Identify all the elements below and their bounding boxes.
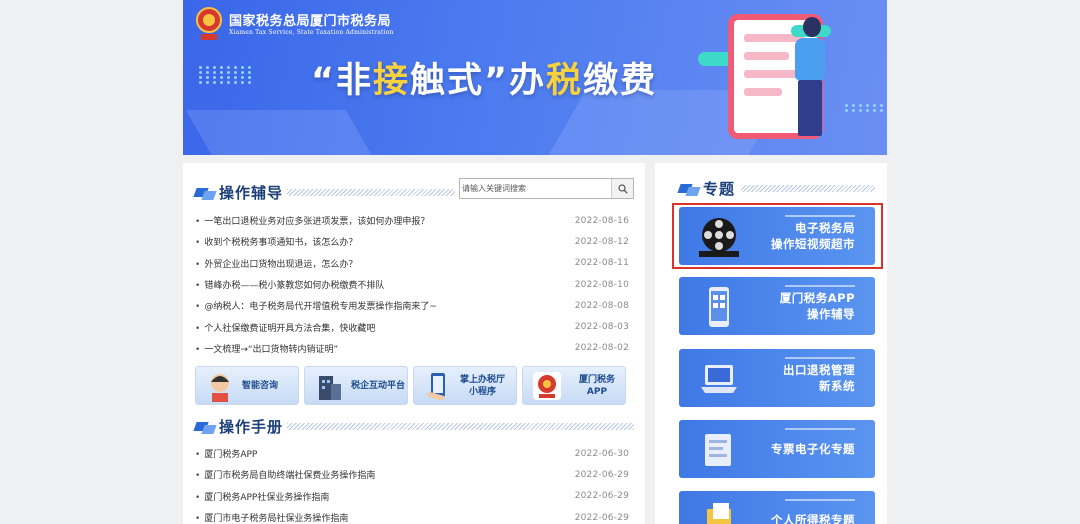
topics-panel: 专题 电子税务局 操作短视频超市 厦门税务APP 操作辅导 出口退税管理 新系统… — [655, 163, 887, 524]
laptop-icon — [701, 365, 737, 393]
list-item[interactable]: 一文梳理→“出口货物转内销证明”2022-08-02 — [195, 338, 629, 359]
list-item[interactable]: 一笔出口退税业务对应多张进项发票，该如何办理申报？2022-08-16 — [195, 210, 629, 231]
topic-tile-individual-income-tax[interactable]: 个人所得税专题 — [679, 491, 875, 524]
banner-headline: “非接触式”办税缴费 — [311, 61, 658, 101]
section-icon — [195, 186, 215, 200]
service-agent-icon — [211, 373, 229, 402]
section-header-topics: 专题 — [679, 178, 735, 199]
folder-icon — [707, 503, 731, 524]
org-name-cn: 国家税务总局厦门市税务局 — [229, 14, 392, 29]
search-box — [459, 178, 634, 199]
list-item[interactable]: 厦门税务APP社保业务操作指南2022-06-29 — [195, 486, 629, 507]
list-item[interactable]: 厦门税务APP2022-06-30 — [195, 443, 629, 464]
org-name-en: Xiamen Tax Service, State Taxation Admin… — [229, 29, 394, 36]
search-input[interactable] — [462, 181, 610, 196]
tile-decoration — [785, 285, 855, 287]
phone-icon — [709, 287, 729, 327]
quick-link-xiamen-tax-app[interactable]: 厦门税务APP — [522, 366, 626, 405]
divider — [741, 185, 875, 192]
tax-emblem-icon — [196, 7, 222, 40]
tile-decoration — [785, 499, 855, 501]
tax-emblem-icon — [533, 371, 561, 400]
divider — [287, 189, 455, 196]
person-illustration — [795, 38, 825, 80]
section-icon — [679, 182, 699, 196]
list-item[interactable]: 个人社保缴费证明开具方法合集，快收藏吧2022-08-03 — [195, 316, 629, 337]
topic-tile-video-tutorials[interactable]: 电子税务局 操作短视频超市 — [679, 207, 875, 265]
phone-hand-icon — [426, 372, 445, 400]
list-item[interactable]: @纳税人：电子税务局代开增值税专用发票操作指南来了~2022-08-08 — [195, 295, 629, 316]
section-icon — [195, 420, 215, 434]
person-illustration — [798, 80, 822, 136]
manual-list: 厦门税务APP2022-06-30 厦门市税务局自助终端社保费业务操作指南202… — [195, 443, 629, 524]
topic-tile-export-refund[interactable]: 出口退税管理 新系统 — [679, 349, 875, 407]
list-item[interactable]: 外贸企业出口货物出现退运，怎么办？2022-08-11 — [195, 253, 629, 274]
divider — [287, 423, 634, 430]
guide-list: 一笔出口退税业务对应多张进项发票，该如何办理申报？2022-08-16 收到个税… — [195, 210, 629, 359]
tile-decoration — [785, 215, 855, 217]
quick-link-mini-program[interactable]: 掌上办税厅 小程序 — [413, 366, 517, 405]
section-title: 专题 — [703, 180, 736, 198]
tile-decoration — [785, 428, 855, 430]
quick-link-smart-consult[interactable]: 智能咨询 — [195, 366, 299, 405]
quick-links: 智能咨询 税企互动平台 掌上办税厅 小程序 厦门税务APP — [195, 366, 626, 405]
search-button[interactable] — [611, 179, 633, 198]
list-item[interactable]: 收到个税税务事项通知书，该怎么办？2022-08-12 — [195, 231, 629, 252]
film-reel-icon — [699, 218, 739, 257]
building-icon — [319, 375, 341, 400]
list-item[interactable]: 厦门市电子税务局社保业务操作指南2022-06-29 — [195, 507, 629, 524]
quick-link-interaction-platform[interactable]: 税企互动平台 — [304, 366, 408, 405]
tile-decoration — [785, 357, 855, 359]
section-title: 操作辅导 — [219, 184, 284, 202]
dot-pattern — [845, 104, 887, 112]
banner-decoration — [185, 110, 381, 155]
person-illustration — [803, 17, 821, 37]
main-content-panel: 操作辅导 一笔出口退税业务对应多张进项发票，该如何办理申报？2022-08-16… — [183, 163, 645, 524]
list-item[interactable]: 厦门市税务局自助终端社保费业务操作指南2022-06-29 — [195, 464, 629, 485]
section-title: 操作手册 — [219, 418, 284, 436]
search-icon — [617, 183, 628, 194]
hero-banner: 国家税务总局厦门市税务局 Xiamen Tax Service, State T… — [183, 0, 887, 155]
topic-tile-e-invoice[interactable]: 专票电子化专题 — [679, 420, 875, 478]
section-header-guide: 操作辅导 — [195, 182, 283, 203]
section-header-manual: 操作手册 — [195, 416, 283, 437]
list-item[interactable]: 错峰办税——税小篆教您如何办税缴费不排队2022-08-10 — [195, 274, 629, 295]
dot-pattern — [199, 66, 253, 84]
topic-tile-app-guide[interactable]: 厦门税务APP 操作辅导 — [679, 277, 875, 335]
invoice-icon — [705, 434, 731, 466]
